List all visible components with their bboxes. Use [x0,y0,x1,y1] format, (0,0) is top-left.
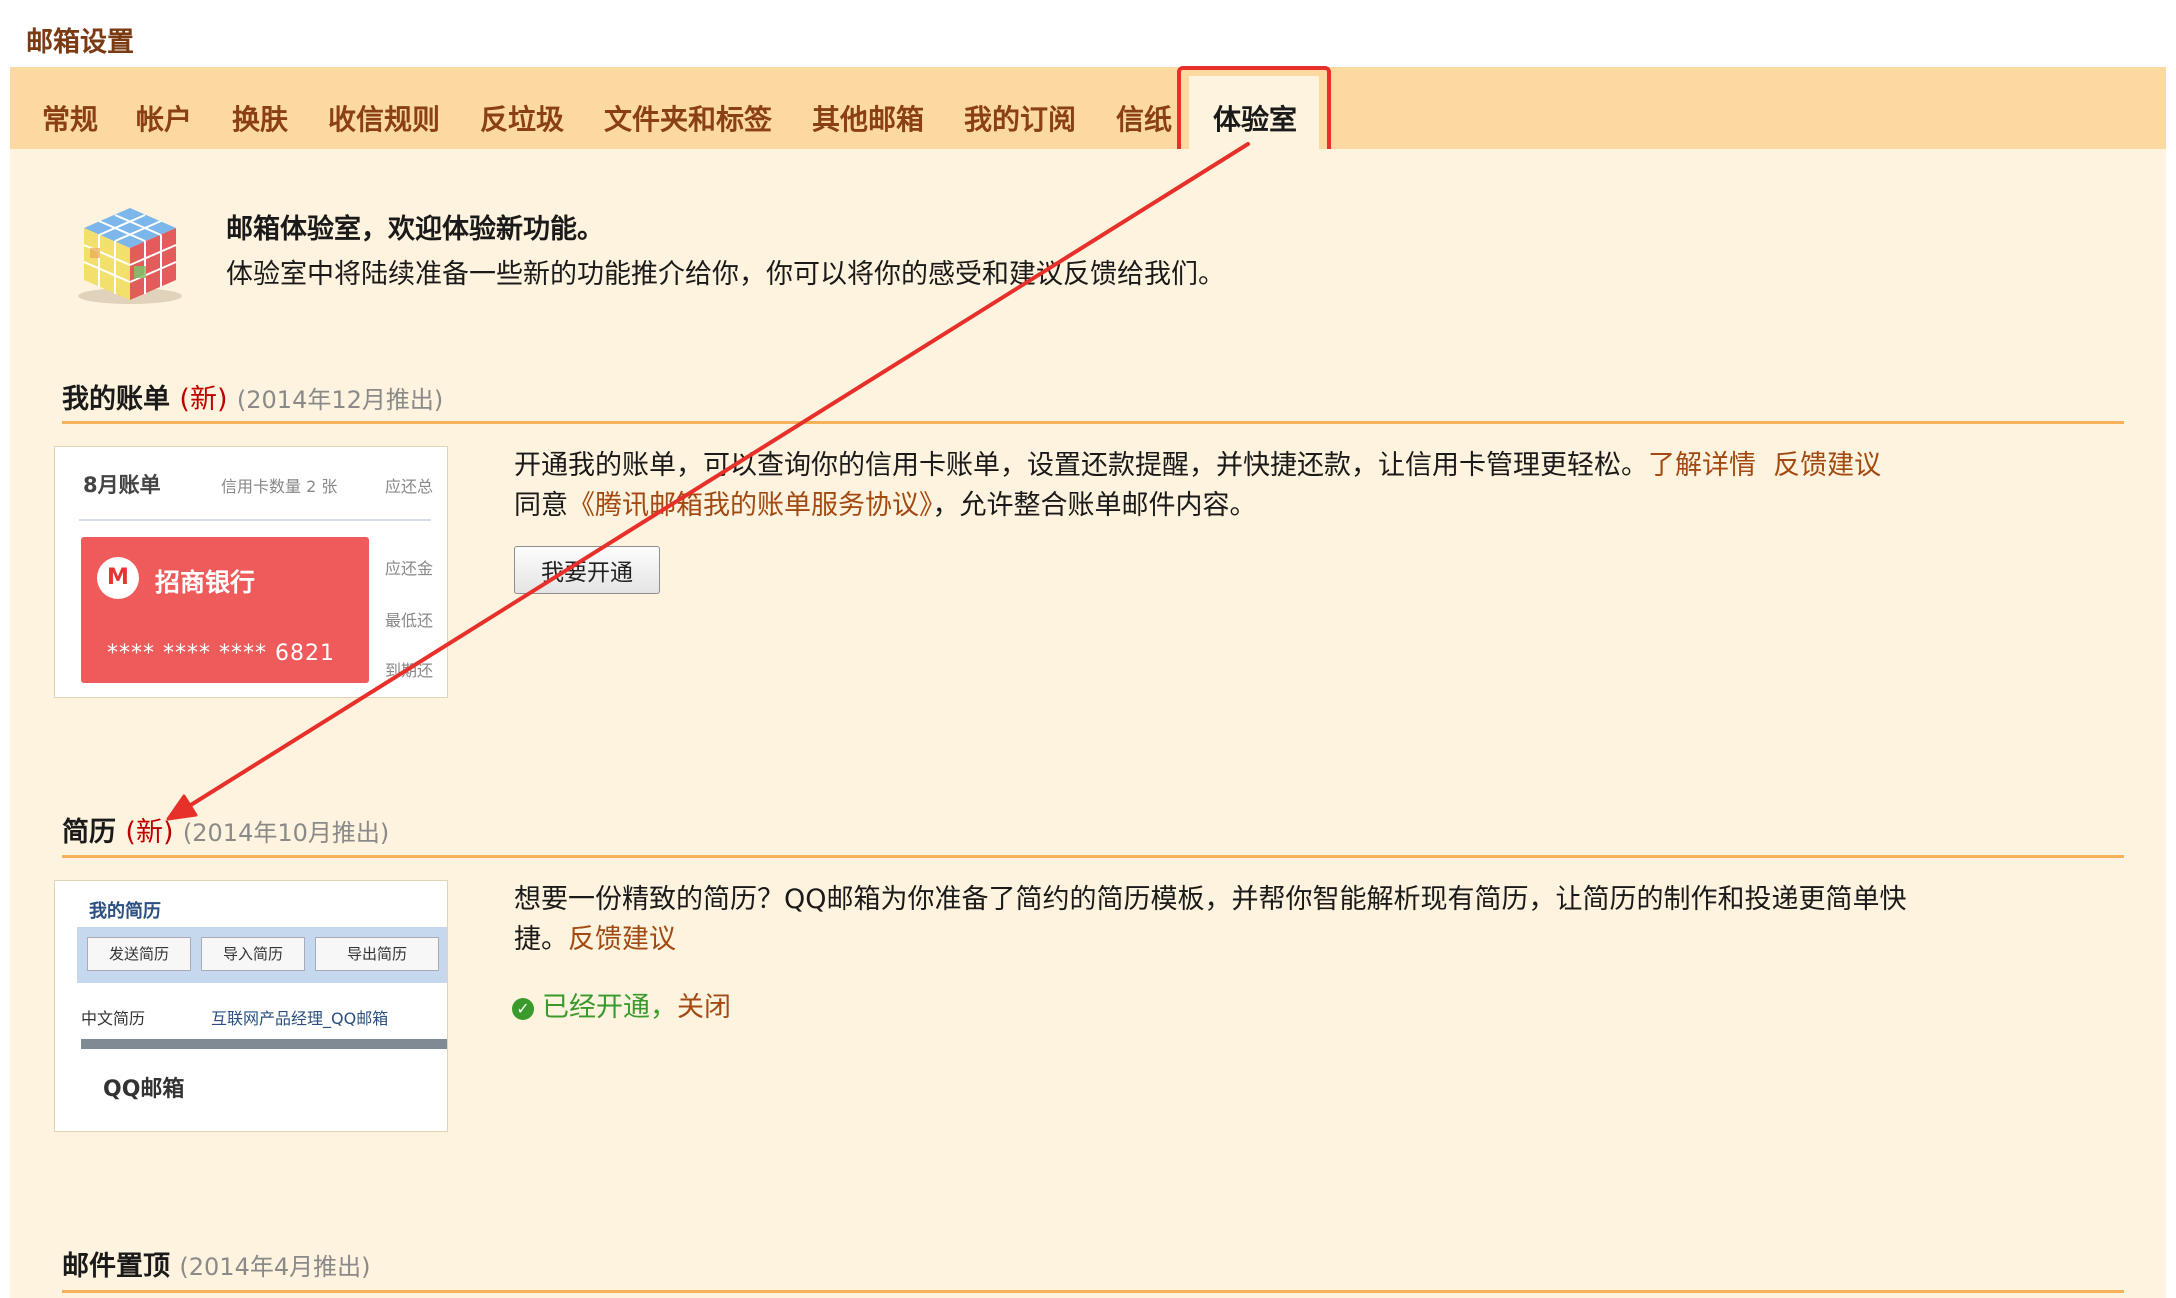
section-title: 邮件置顶 [62,1251,170,1282]
credit-card: M 招商银行 **** **** **** 6821 [81,537,369,683]
tab-anti-spam[interactable]: 反垃圾 [480,98,564,138]
resume-description-text-2: 捷。 [514,924,568,955]
new-badge: (新) [125,817,174,848]
release-date: (2014年10月推出) [182,819,390,847]
enable-bill-button[interactable]: 我要开通 [514,546,660,594]
section-heading-pin: 邮件置顶 (2014年4月推出) [62,1244,370,1283]
tab-other-mailboxes[interactable]: 其他邮箱 [812,98,924,138]
thumb-text: 我的简历 [89,901,161,922]
thumb-text: 信用卡数量 2 张 [221,477,338,496]
feedback-link[interactable]: 反馈建议 [1773,450,1881,481]
agree-prefix: 同意 [514,490,568,521]
release-date: (2014年4月推出) [179,1253,371,1281]
release-date: (2014年12月推出) [236,386,444,414]
tab-stationery[interactable]: 信纸 [1116,98,1172,138]
resume-description: 想要一份精致的简历？QQ邮箱为你准备了简约的简历模板，并帮你智能解析现有简历，让… [514,880,1974,960]
bill-description: 开通我的账单，可以查询你的信用卡账单，设置还款提醒，并快捷还款，让信用卡管理更轻… [514,446,1974,526]
agree-suffix: ，允许整合账单邮件内容。 [932,490,1257,521]
tab-general[interactable]: 常规 [42,98,98,138]
rubiks-cube-icon [78,208,182,304]
thumb-text: 应还金 [385,559,434,578]
thumb-text: QQ邮箱 [103,1077,185,1102]
thumb-text: 8月账单 [83,473,161,497]
section-divider [62,1290,2124,1293]
thumb-text: 导出简历 [315,937,439,971]
check-circle-icon: ✓ [512,997,534,1020]
section-title: 我的账单 [62,384,170,415]
thumb-text: 互联网产品经理_QQ邮箱 [211,1009,389,1028]
section-divider [62,855,2124,858]
thumb-text: 最低还 [385,611,434,630]
bill-preview-image: 8月账单 信用卡数量 2 张 应还总 M 招商银行 **** **** ****… [54,446,448,698]
lab-intro-title: 邮箱体验室，欢迎体验新功能。 [226,214,604,245]
resume-description-text: 想要一份精致的简历？QQ邮箱为你准备了简约的简历模板，并帮你智能解析现有简历，让… [514,884,1907,915]
tab-folders-labels[interactable]: 文件夹和标签 [604,98,772,138]
section-heading-resume: 简历 (新) (2014年10月推出) [62,810,389,849]
tab-skin[interactable]: 换肤 [232,98,288,138]
bank-name: 招商银行 [155,568,256,597]
agreement-link[interactable]: 《腾讯邮箱我的账单服务协议》 [568,490,933,521]
resume-status: ✓ 已经开通，关闭 [512,985,731,1024]
tab-account[interactable]: 帐户 [136,98,192,138]
feedback-link[interactable]: 反馈建议 [568,924,676,955]
thumb-text: 到期还 [385,661,434,680]
close-feature-link[interactable]: 关闭 [677,992,731,1023]
resume-preview-image: 我的简历 发送简历 导入简历 导出简历 中文简历 互联网产品经理_QQ邮箱 QQ… [54,880,448,1132]
thumb-text: 导入简历 [201,937,305,971]
section-title: 简历 [62,817,116,848]
status-text: 已经开通， [542,992,677,1023]
thumb-text: 发送简历 [87,937,191,971]
card-number: **** **** **** 6821 [107,641,335,666]
section-heading-bill: 我的账单 (新) (2014年12月推出) [62,377,443,416]
bill-description-text: 开通我的账单，可以查询你的信用卡账单，设置还款提醒，并快捷还款，让信用卡管理更轻… [514,450,1648,481]
new-badge: (新) [179,384,228,415]
page-title: 邮箱设置 [26,27,134,58]
tab-mail-rules[interactable]: 收信规则 [328,98,440,138]
learn-more-link[interactable]: 了解详情 [1648,450,1756,481]
thumb-text: 中文简历 [81,1009,146,1028]
section-divider [62,421,2124,424]
lab-intro-description: 体验室中将陆续准备一些新的功能推介给你，你可以将你的感受和建议反馈给我们。 [226,259,1225,290]
tab-my-subscriptions[interactable]: 我的订阅 [964,98,1076,138]
thumb-text: 应还总 [385,477,434,496]
bank-logo-icon: M [97,557,139,599]
